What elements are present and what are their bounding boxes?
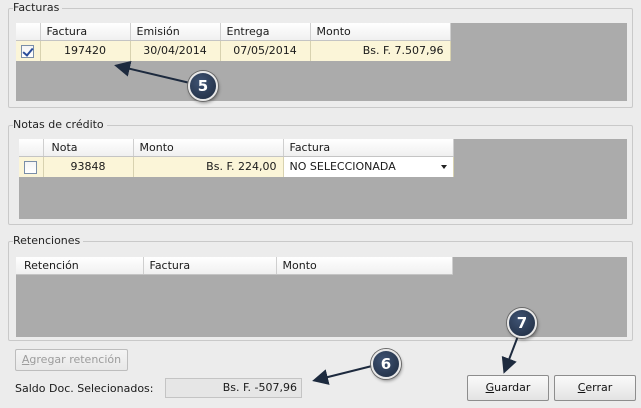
- facturas-group: Facturas Factura Emisión Entrega Monto 1…: [8, 1, 633, 108]
- column-header-monto[interactable]: Monto: [133, 139, 284, 157]
- guardar-mnemonic: G: [485, 381, 495, 394]
- row-checkbox[interactable]: [24, 160, 38, 174]
- column-header-retencion[interactable]: Retención: [16, 257, 144, 275]
- cell-nota[interactable]: 93848: [43, 156, 134, 177]
- retenciones-table: Retención Factura Monto: [16, 257, 453, 275]
- annotation-badge-5: 5: [188, 71, 218, 101]
- facturas-table: Factura Emisión Entrega Monto 197420 30/…: [16, 23, 451, 61]
- row-checkbox-cell[interactable]: [19, 156, 44, 177]
- saldo-label: Saldo Doc. Selecionados:: [15, 382, 154, 395]
- annotation-badge-7: 7: [507, 308, 537, 338]
- cerrar-button[interactable]: Cerrar: [554, 375, 636, 401]
- arrow-7: [501, 335, 519, 374]
- notas-header-row: Nota Monto Factura: [19, 139, 454, 157]
- guardar-button[interactable]: Guardar: [467, 375, 549, 401]
- facturas-header-row: Factura Emisión Entrega Monto: [16, 23, 451, 41]
- table-row[interactable]: 93848 Bs. F. 224,00 NO SELECCIONADA: [19, 156, 454, 177]
- annotation-badge-6: 6: [371, 349, 401, 379]
- cell-factura[interactable]: 197420: [40, 40, 131, 61]
- column-header-monto[interactable]: Monto: [276, 257, 453, 275]
- facturas-header-check: [16, 23, 41, 41]
- row-checkbox[interactable]: [21, 44, 35, 58]
- column-header-nota[interactable]: Nota: [43, 139, 134, 157]
- notas-group: Notas de crédito Nota Monto Factura 9384…: [8, 118, 633, 225]
- column-header-emision[interactable]: Emisión: [130, 23, 221, 41]
- column-header-factura[interactable]: Factura: [283, 139, 454, 157]
- notas-grid: Nota Monto Factura 93848 Bs. F. 224,00 N…: [19, 139, 627, 219]
- column-header-factura[interactable]: Factura: [143, 257, 277, 275]
- agregar-label: gregar retención: [29, 353, 122, 366]
- facturas-title: Facturas: [13, 1, 63, 14]
- cell-emision[interactable]: 30/04/2014: [130, 40, 221, 61]
- cell-monto[interactable]: Bs. F. 224,00: [133, 156, 284, 177]
- arrow-6: [312, 365, 373, 385]
- facturas-grid: Factura Emisión Entrega Monto 197420 30/…: [16, 23, 627, 101]
- row-checkbox-cell[interactable]: [16, 40, 41, 61]
- notas-header-check: [19, 139, 44, 157]
- retenciones-header-row: Retención Factura Monto: [16, 257, 453, 275]
- cerrar-label: errar: [585, 381, 613, 394]
- agregar-retencion-button[interactable]: Agregar retención: [15, 349, 128, 371]
- saldo-value: Bs. F. -507,96: [165, 378, 302, 398]
- column-header-factura[interactable]: Factura: [40, 23, 131, 41]
- factura-dropdown[interactable]: NO SELECCIONADA: [283, 156, 454, 177]
- notas-title: Notas de crédito: [13, 118, 107, 131]
- notas-table: Nota Monto Factura 93848 Bs. F. 224,00 N…: [19, 139, 454, 177]
- retenciones-title: Retenciones: [13, 234, 84, 247]
- cell-entrega[interactable]: 07/05/2014: [220, 40, 311, 61]
- column-header-monto[interactable]: Monto: [310, 23, 451, 41]
- column-header-entrega[interactable]: Entrega: [220, 23, 311, 41]
- guardar-label: uardar: [494, 381, 531, 394]
- chevron-down-icon[interactable]: [440, 164, 447, 169]
- factura-dropdown-value: NO SELECCIONADA: [289, 160, 396, 174]
- table-row[interactable]: 197420 30/04/2014 07/05/2014 Bs. F. 7.50…: [16, 40, 451, 61]
- cell-monto[interactable]: Bs. F. 7.507,96: [310, 40, 451, 61]
- retenciones-group: Retenciones Retención Factura Monto: [8, 234, 633, 341]
